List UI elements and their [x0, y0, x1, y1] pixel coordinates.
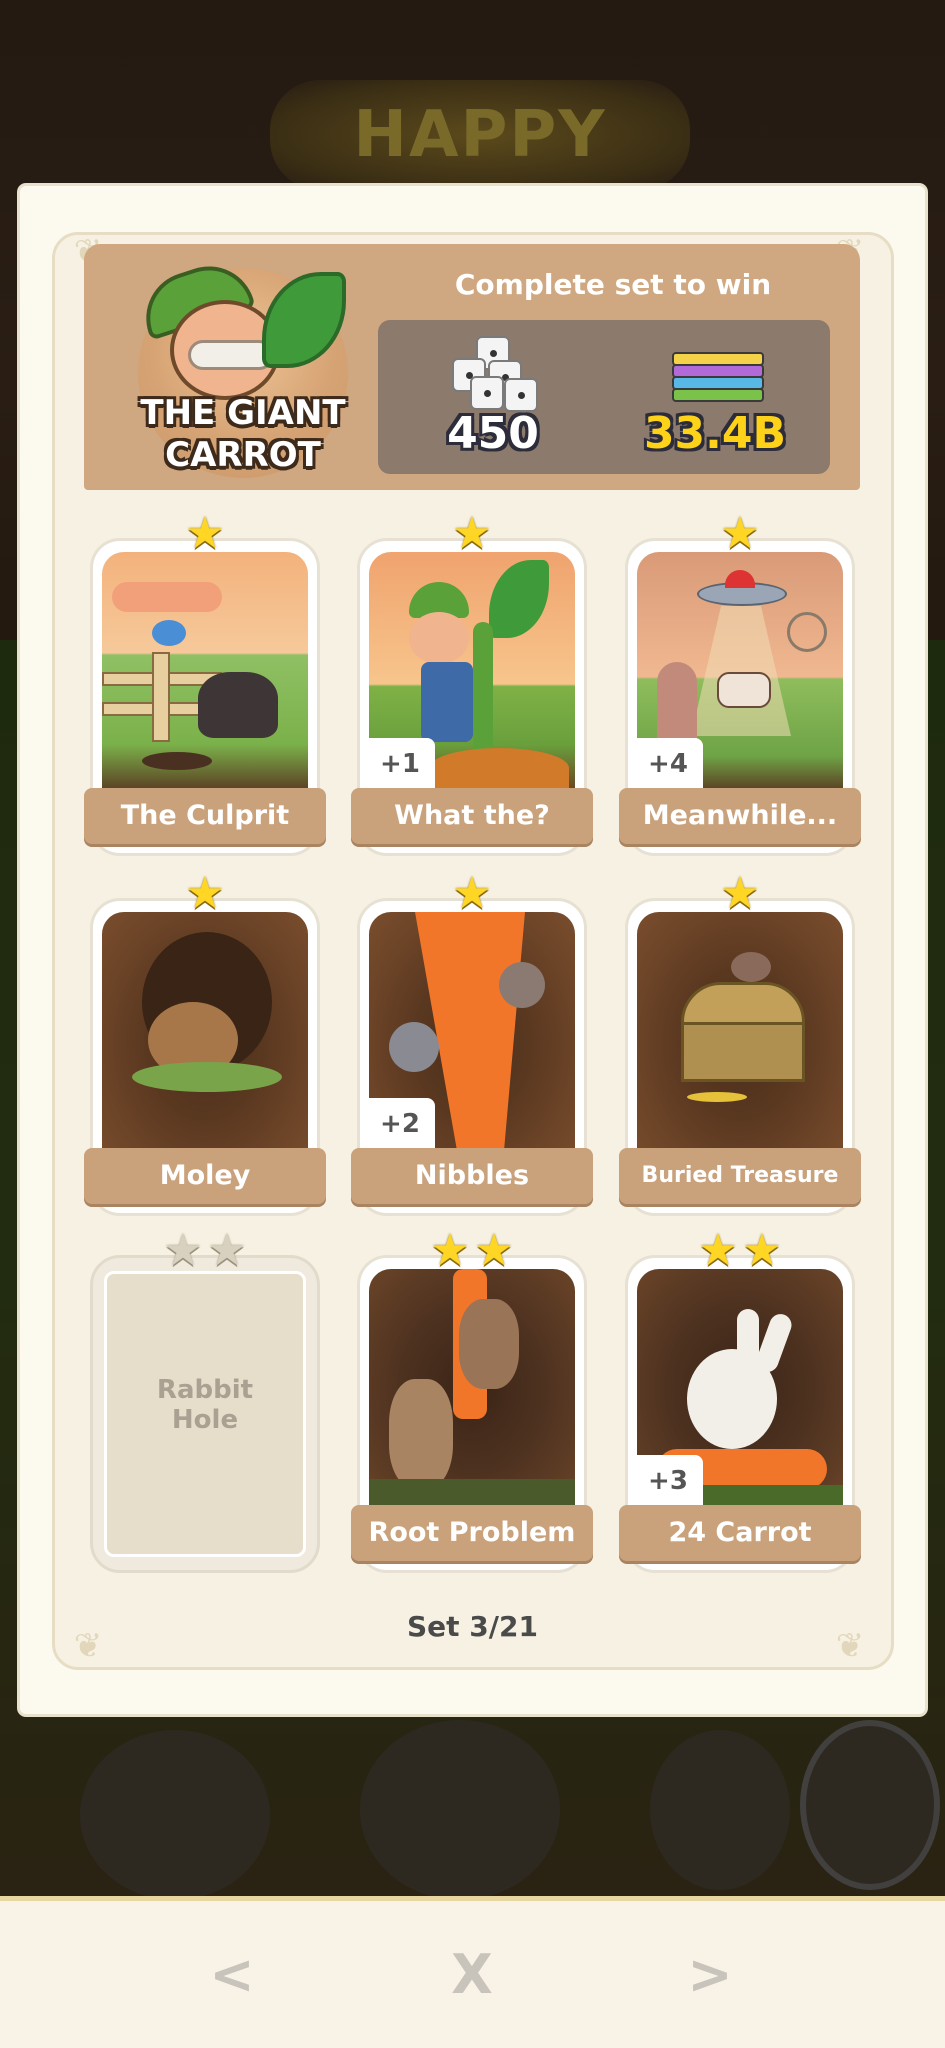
card-art-moley	[102, 912, 308, 1152]
star-icon: ★	[185, 868, 225, 919]
sticker-card-locked[interactable]: ★ ★ Rabbit Hole	[90, 1229, 320, 1573]
event-logo: HAPPY	[270, 80, 690, 190]
sticker-card[interactable]: ★ +1 What the?	[351, 512, 593, 856]
duplicate-count-badge: +2	[365, 1098, 435, 1150]
card-label: The Culprit	[84, 788, 326, 844]
duplicate-count-badge: +1	[365, 738, 435, 790]
sticker-card[interactable]: ★ +4 Meanwhile...	[619, 512, 861, 856]
star-icon: ★	[185, 508, 225, 559]
card-art-culprit	[102, 552, 308, 792]
card-label: What the?	[351, 788, 593, 844]
star-icon: ★	[474, 1225, 514, 1276]
star-icon: ★	[452, 508, 492, 559]
star-icon: ★	[742, 1225, 782, 1276]
set-progress: Set 3/21	[407, 1610, 538, 1643]
win-label: Complete set to win	[454, 268, 772, 301]
card-label: Root Problem	[351, 1505, 593, 1561]
star-icon: ★	[698, 1225, 738, 1276]
card-label: Buried Treasure	[619, 1148, 861, 1204]
card-label: Moley	[84, 1148, 326, 1204]
sticker-card[interactable]: ★ ★ +3 24 Carrot	[619, 1229, 861, 1573]
star-icon: ★	[452, 868, 492, 919]
card-label: 24 Carrot	[619, 1505, 861, 1561]
duplicate-count-badge: +4	[633, 738, 703, 790]
star-empty-icon: ★	[207, 1225, 247, 1276]
sticker-card[interactable]: ★ +2 Nibbles	[351, 872, 593, 1216]
reward-dice-amount: 450	[447, 408, 539, 459]
next-set-button[interactable]: >	[670, 1940, 750, 2010]
previous-set-button[interactable]: <	[192, 1940, 272, 2010]
sticker-card[interactable]: ★ Buried Treasure	[619, 872, 861, 1216]
sticker-card[interactable]: ★ The Culprit	[84, 512, 326, 856]
star-icon: ★	[430, 1225, 470, 1276]
reward-cash-amount: 33.4B	[643, 408, 787, 459]
card-art-root-problem	[369, 1269, 575, 1509]
close-button[interactable]: X	[432, 1940, 512, 2010]
dice-icon	[448, 336, 538, 416]
background-tokens	[0, 1700, 945, 1900]
sticker-card[interactable]: ★ Moley	[84, 872, 326, 1216]
star-icon: ★	[720, 868, 760, 919]
cash-stack-icon	[672, 352, 764, 406]
card-label: Nibbles	[351, 1148, 593, 1204]
star-icon: ★	[720, 508, 760, 559]
card-label: Rabbit Hole	[156, 1375, 254, 1435]
sticker-card[interactable]: ★ ★ Root Problem	[351, 1229, 593, 1573]
corner-ornament-icon: ❦	[835, 1626, 865, 1666]
card-label: Meanwhile...	[619, 788, 861, 844]
set-title: THE GIANT CARROT	[140, 393, 346, 475]
star-empty-icon: ★	[163, 1225, 203, 1276]
duplicate-count-badge: +3	[633, 1455, 703, 1507]
corner-ornament-icon: ❦	[73, 1626, 103, 1666]
card-art-buried-treasure	[637, 912, 843, 1152]
